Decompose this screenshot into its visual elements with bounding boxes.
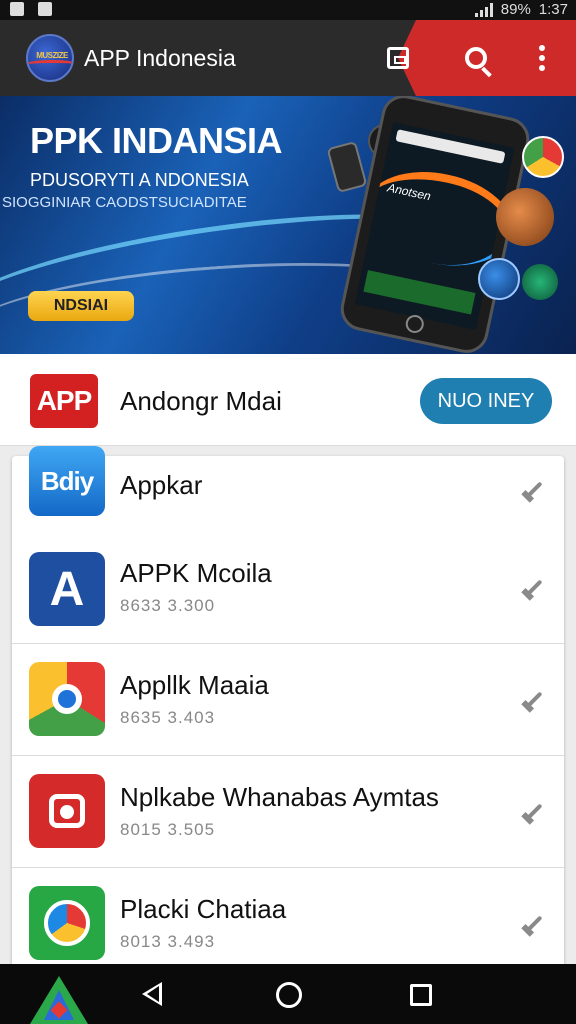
app-meta: 8015 3.505: [120, 820, 216, 839]
notification-icon: [38, 2, 52, 16]
maps-app-icon: [29, 886, 105, 960]
banner-subtitle: PDUSORYTI A NDONESIA: [30, 170, 249, 190]
phone-screen-bar: [363, 270, 476, 315]
store-icon[interactable]: [378, 38, 418, 78]
app-name: APPK Mcoila: [120, 558, 272, 588]
more-vert-icon[interactable]: [522, 38, 562, 78]
search-icon[interactable]: [456, 38, 496, 78]
edit-icon[interactable]: [520, 476, 548, 504]
list-item[interactable]: A APPK Mcoila 8633 3.300: [12, 532, 564, 644]
status-bar: 89% 1:37: [0, 0, 576, 20]
battery-level: 89%: [500, 1, 531, 18]
globe-bubble-icon: [478, 258, 520, 300]
more-icon[interactable]: [520, 910, 548, 938]
banner-cta-button[interactable]: NDSIAI: [28, 291, 134, 321]
recents-icon[interactable]: [410, 984, 432, 1006]
app-meta: 8635 3.403: [120, 708, 216, 727]
bdiy-app-icon: Bdiy: [29, 446, 105, 516]
banner-title: PPK INDANSIA: [30, 120, 283, 161]
app-meta: 8633 3.300: [120, 596, 216, 615]
signal-icon: [474, 2, 493, 17]
banner-tagline: SIOGGINIAR CAODSTSUCIADITAE: [2, 194, 247, 211]
status-right: 89% 1:37: [474, 1, 568, 18]
app-title: APP Indonesia: [84, 45, 236, 71]
list-item[interactable]: Bdiy Appkar: [12, 446, 564, 532]
featured-install-button[interactable]: NUO INEY: [420, 378, 552, 424]
phone-screen: Anotsen: [354, 122, 515, 330]
url-bar: [395, 129, 506, 164]
app-bar: MUSZIZE APP Indonesia: [0, 20, 576, 96]
featured-app-name: Andongr Mdai: [120, 386, 282, 416]
list-item[interactable]: Nplkabe Whanabas Aymtas 8015 3.505: [12, 756, 564, 868]
edit-icon[interactable]: [520, 686, 548, 714]
small-phone-icon: [326, 140, 368, 194]
featured-app-row[interactable]: APP Andongr Mdai NUO INEY: [0, 354, 576, 446]
app-logo-text: MUSZIZE: [36, 51, 68, 60]
edit-icon[interactable]: [520, 798, 548, 826]
app-name: Placki Chatiaa: [120, 894, 287, 924]
character-bubble-icon: [496, 188, 554, 246]
promo-banner[interactable]: PPK INDANSIA PDUSORYTI A NDONESIA SIOGGI…: [0, 96, 576, 354]
featured-app-icon: APP: [30, 374, 98, 428]
whatsapp-bubble-icon: [522, 264, 558, 300]
back-icon[interactable]: [142, 982, 162, 1006]
camera-app-icon: [29, 774, 105, 848]
app-logo-icon[interactable]: [30, 976, 88, 1024]
notification-icons: [10, 2, 52, 16]
list-item[interactable]: Appllk Maaia 8635 3.403: [12, 644, 564, 756]
app-meta: 8013 3.493: [120, 932, 216, 951]
home-icon[interactable]: [276, 982, 302, 1008]
app-logo[interactable]: MUSZIZE: [26, 34, 74, 82]
navigation-bar: [0, 964, 576, 1024]
a-app-icon: A: [29, 552, 105, 626]
app-name: Nplkabe Whanabas Aymtas: [120, 782, 439, 812]
logo-swoosh-icon: [28, 60, 72, 70]
clock: 1:37: [538, 1, 568, 18]
list-item[interactable]: Placki Chatiaa 8013 3.493: [12, 868, 564, 964]
notification-icon: [10, 2, 24, 16]
app-list: Bdiy Appkar A APPK Mcoila 8633 3.300 App…: [12, 446, 564, 964]
app-list-area[interactable]: Bdiy Appkar A APPK Mcoila 8633 3.300 App…: [0, 446, 576, 964]
app-name: Appkar: [120, 470, 203, 500]
edit-icon[interactable]: [520, 574, 548, 602]
chrome-app-icon: [29, 662, 105, 736]
chrome-bubble-icon: [522, 136, 564, 178]
app-name: Appllk Maaia: [120, 670, 269, 700]
